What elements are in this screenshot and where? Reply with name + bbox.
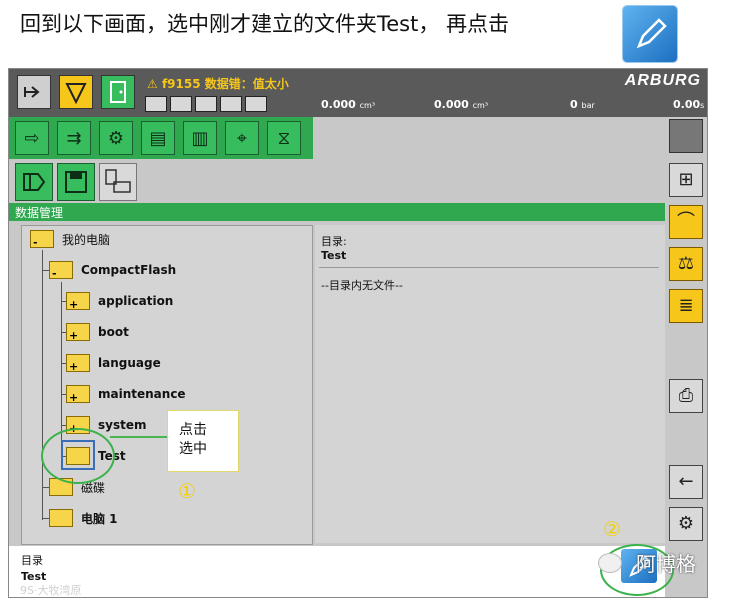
folder-icon: + (66, 292, 90, 310)
folder-icon: - (49, 261, 73, 279)
edit-pencil-icon (623, 6, 677, 62)
graph-icon[interactable]: ⌒ (669, 205, 703, 239)
monitor-icon[interactable]: ▥ (183, 121, 217, 155)
watermark-account: 阿博格 (636, 552, 696, 576)
tree-item-boot[interactable]: + boot (66, 321, 129, 343)
tree-item-language[interactable]: + language (66, 352, 161, 374)
status-icons (145, 96, 270, 114)
tree-item-root[interactable]: - 我的电脑 (30, 228, 110, 250)
robot-icon (220, 96, 242, 112)
tab-input[interactable] (15, 163, 53, 201)
tree-line (42, 250, 43, 520)
wechat-icon (598, 553, 622, 573)
brand-logo: ARBURG (624, 72, 701, 89)
nozzle-icon (195, 96, 217, 112)
cushion-volume-readout: 0.000 cm³ (434, 98, 489, 111)
tree-item-application[interactable]: + application (66, 290, 173, 312)
print-icon[interactable]: ⎙ (669, 379, 703, 413)
card-icon (145, 96, 167, 112)
right-toolbar: ⊞ ⌒ ⚖ ≣ ⎙ ← ⚙ (665, 117, 707, 597)
status-label: 目录 (21, 554, 43, 567)
card-reader-icon[interactable]: ▤ (141, 121, 175, 155)
tree-item-pc1[interactable]: 电脑 1 (49, 507, 118, 529)
window-title: 数据管理 (15, 206, 64, 220)
dir-value: Test (321, 249, 347, 262)
callout-box: 点击 选中 (167, 410, 239, 472)
step-number-2: ② (603, 517, 621, 541)
alarm-message: ⚠ f9155 数据错：值太小 (147, 77, 289, 91)
alarm-filter-icon[interactable] (59, 75, 93, 109)
top-bar: ⚠ f9155 数据错：值太小 ARBURG 0.000 cm³ 0.000 c… (9, 69, 707, 117)
settings-gear-icon[interactable]: ⚙ (99, 121, 133, 155)
back-arrow-icon[interactable]: ← (669, 465, 703, 499)
inject-icon[interactable]: ⇉ (57, 121, 91, 155)
tree-item-maintenance[interactable]: + maintenance (66, 383, 186, 405)
folder-icon: + (66, 354, 90, 372)
window-title-bar: 数据管理 (9, 203, 665, 221)
highlight-ellipse (41, 428, 115, 484)
color-bar-icon[interactable] (669, 119, 703, 153)
status-area: 目录 Test (9, 546, 665, 597)
folder-icon: + (66, 385, 90, 403)
sensor-icon[interactable]: ⌖ (225, 121, 259, 155)
detail-panel: 目录: Test --目录内无文件-- (315, 225, 665, 543)
empty-message: --目录内无文件-- (321, 279, 403, 292)
watermark-footer: 9S·大牧湾原 (20, 584, 82, 597)
mold-icon[interactable]: ⇨ (15, 121, 49, 155)
warning-icon: ⚠ (147, 77, 162, 91)
balance-icon[interactable]: ⚖ (669, 247, 703, 281)
injection-volume-readout: 0.000 cm³ (321, 98, 376, 111)
divider (319, 267, 659, 268)
function-bar: ⇨ ⇉ ⚙ ▤ ▥ ⌖ ⧖ (9, 117, 313, 159)
pressure-readout: 0 bar (570, 98, 595, 111)
cycle-time-readout: 0.00s (673, 98, 705, 111)
network-icon[interactable]: ⊞ (669, 163, 703, 197)
tab-save-disk[interactable] (57, 163, 95, 201)
config-gear-icon[interactable]: ⚙ (669, 507, 703, 541)
tab-transfer[interactable] (99, 163, 137, 201)
step-number-1: ① (178, 479, 196, 503)
folder-icon (49, 509, 73, 527)
document-icon[interactable]: ≣ (669, 289, 703, 323)
callout-arrow (110, 436, 168, 438)
dir-label: 目录: (321, 235, 347, 248)
input-icon (170, 96, 192, 112)
tab-row (9, 159, 707, 203)
folder-icon: - (30, 230, 54, 248)
heating-icon (245, 96, 267, 112)
instruction-text: 回到以下画面，选中刚才建立的文件夹Test， 再点击 (20, 12, 510, 36)
folder-icon: + (66, 323, 90, 341)
door-icon[interactable] (101, 75, 135, 109)
tree-item-compactflash[interactable]: - CompactFlash (49, 259, 176, 281)
exit-icon[interactable] (17, 75, 51, 109)
ejector-icon[interactable]: ⧖ (267, 121, 301, 155)
